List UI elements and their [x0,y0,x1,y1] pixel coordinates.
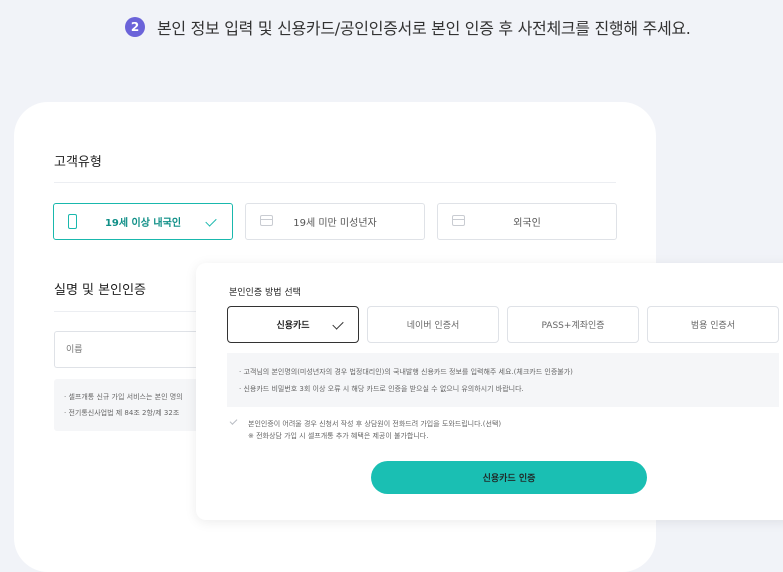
info-line: · 신용카드 비밀번호 3회 이상 오류 시 해당 카드로 인증을 받으실 수 … [239,385,524,393]
name-input[interactable] [54,331,214,368]
method-credit-card[interactable]: 신용카드 [227,306,359,343]
step-instruction: 본인 정보 입력 및 신용카드/공인인증서로 본인 인증 후 사전체크를 진행해… [157,19,691,38]
method-label: 신용카드 [276,321,310,331]
customer-type-foreigner[interactable]: 외국인 [437,203,617,240]
info-line: · 고객님의 본인명의(미성년자의 경우 법정대리인)의 국내발행 신용카드 정… [239,368,573,376]
customer-type-label: 외국인 [513,218,541,229]
method-label: 네이버 인증서 [406,321,460,331]
notice-line: · 셀프개통 신규 가입 서비스는 본인 명의 [64,393,183,401]
check-icon [332,318,344,330]
notice-line: · 전기통신사업법 제 84조 2항/제 32조 [64,409,180,417]
step-header: 2 본인 정보 입력 및 신용카드/공인인증서로 본인 인증 후 사전체크를 진… [125,14,691,40]
method-pass-account[interactable]: PASS+계좌인증 [507,306,639,343]
divider [54,182,616,183]
consult-checkbox[interactable] [229,417,238,425]
auth-method-modal: 본인인증 방법 선택 신용카드 네이버 인증서 PASS+계좌인증 범용 인증서… [196,263,783,520]
consult-note-text: ※ 전화상담 가입 시 셀프개통 추가 혜택은 제공이 불가합니다. [248,432,429,440]
modal-title: 본인인증 방법 선택 [229,288,301,298]
info-box: · 고객님의 본인명의(미성년자의 경우 법정대리인)의 국내발행 신용카드 정… [227,353,779,407]
customer-type-title: 고객유형 [54,155,102,170]
consult-option-text: 본인인증이 어려울 경우 신청서 작성 후 상담원이 전화드려 가입을 도와드립… [248,420,502,428]
method-universal-cert[interactable]: 범용 인증서 [647,306,779,343]
customer-type-minor[interactable]: 19세 미만 미성년자 [245,203,425,240]
customer-type-label: 19세 미만 미성년자 [293,218,377,229]
method-label: PASS+계좌인증 [541,321,605,331]
method-label: 범용 인증서 [690,321,736,331]
verification-title: 실명 및 본인인증 [54,283,146,298]
step-number-badge: 2 [125,17,145,37]
customer-type-adult-domestic[interactable]: 19세 이상 내국인 [53,203,233,240]
credit-card-auth-button[interactable]: 신용카드 인증 [371,461,647,494]
method-naver-cert[interactable]: 네이버 인증서 [367,306,499,343]
